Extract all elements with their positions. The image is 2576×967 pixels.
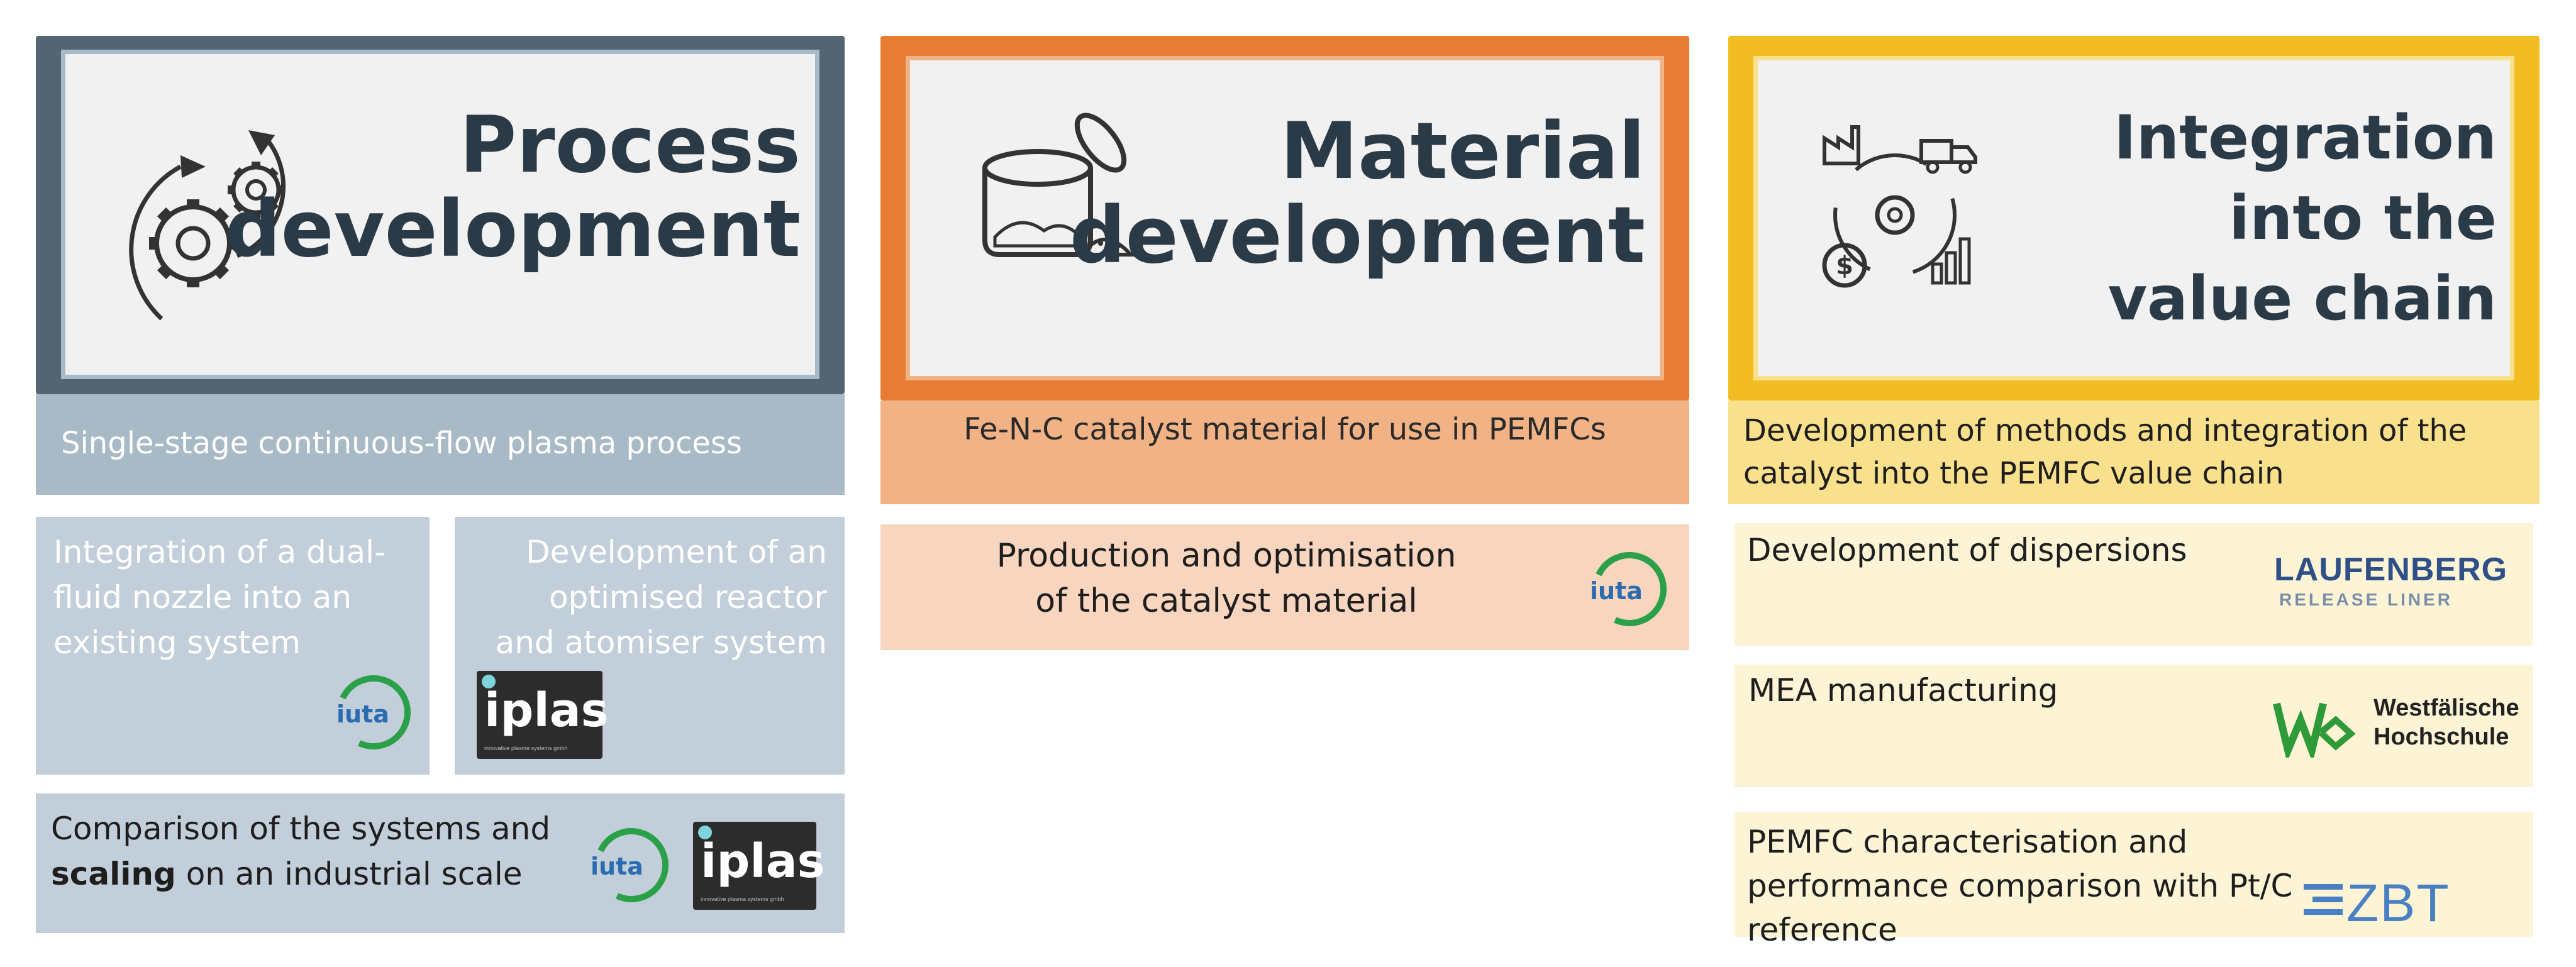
process-subtitle-box: Single-stage continuous-flow plasma proc… (36, 394, 845, 495)
material-header: Material development (880, 36, 1689, 401)
value-chain-cycle-icon: $ (1822, 125, 1977, 288)
material-title: Material development (1069, 106, 1645, 281)
material-task1-box: Production and optimisation of the catal… (880, 524, 1689, 650)
laufenberg-logo: LAUFENBERG RELEASE LINER (2274, 551, 2508, 609)
process-subtitle: Single-stage continuous-flow plasma proc… (61, 426, 742, 461)
integration-subtitle: Development of methods and integration o… (1743, 413, 2467, 491)
integration-task1-text: Development of dispersions (1747, 532, 2187, 568)
process-task3-text: Comparison of the systems and scaling on… (51, 810, 551, 892)
zbt-logo: ZBT (2304, 873, 2524, 932)
iuta-logo-text: iuta (1590, 577, 1643, 605)
material-subtitle-box: Fe-N-C catalyst material for use in PEMF… (880, 401, 1689, 504)
integration-header: $ Integration into the value chain (1728, 36, 2540, 401)
process-task2-box: Development of an optimised reactor and … (455, 517, 845, 775)
westfaelische-hochschule-logo-text: Westfälische Hochschule (2373, 695, 2519, 750)
integration-title: Integration into the value chain (2107, 102, 2497, 334)
westfaelische-hochschule-logo-mark (2273, 702, 2356, 758)
process-task2-text: Development of an optimised reactor and … (495, 534, 827, 661)
process-task3-box: Comparison of the systems and scaling on… (36, 793, 845, 933)
integration-task1-box: Development of dispersions LAUFENBERG RE… (1735, 523, 2533, 646)
integration-task2-text: MEA manufacturing (1748, 672, 2058, 709)
process-header: Process development (36, 36, 845, 394)
material-subtitle: Fe-N-C catalyst material for use in PEMF… (963, 412, 1606, 447)
iuta-logo-text: iuta (591, 853, 643, 880)
integration-subtitle-box: Development of methods and integration o… (1728, 401, 2540, 504)
process-title: Process development (225, 100, 801, 275)
svg-text:$: $ (1836, 251, 1853, 280)
integration-task3-text: PEMFC characterisation and performance c… (1747, 824, 2293, 948)
material-task1-text: Production and optimisation of the catal… (996, 537, 1457, 620)
iuta-logo-text: iuta (336, 700, 389, 728)
process-task1-box: Integration of a dual-fluid nozzle into … (36, 517, 430, 775)
integration-task2-box: MEA manufacturing Westfälische Hochschul… (1735, 665, 2533, 787)
process-task1-text: Integration of a dual-fluid nozzle into … (53, 534, 386, 661)
iplas-logo: iplas innovative plasma systems gmbh (477, 671, 609, 759)
integration-task3-box: PEMFC characterisation and performance c… (1735, 812, 2533, 948)
iplas-logo: iplas innovative plasma systems gmbh (693, 822, 825, 910)
